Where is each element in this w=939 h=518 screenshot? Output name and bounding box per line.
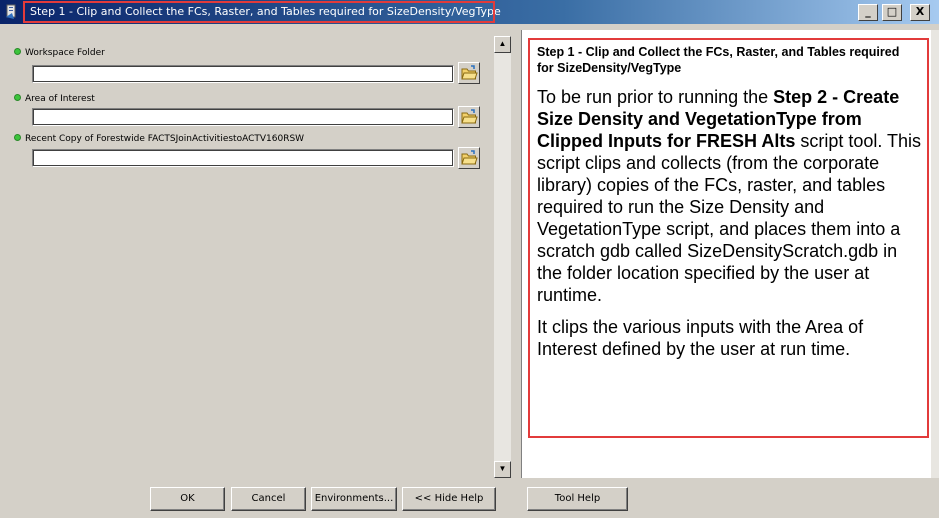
help-title: Step 1 - Clip and Collect the FCs, Raste…	[537, 45, 900, 75]
help-description: To be run prior to running the Step 2 - …	[537, 86, 925, 370]
recent-copy-forestwide-input[interactable]	[32, 149, 454, 167]
workspace-folder-browse-button[interactable]	[458, 62, 480, 84]
workspace-folder-input[interactable]	[32, 65, 454, 83]
app-icon	[4, 4, 20, 20]
param-label: Recent Copy of Forestwide FACTSJoinActiv…	[25, 134, 305, 144]
parameters-scrollbar[interactable]: ▲ ▼	[494, 36, 511, 478]
param-label: Area of Interest	[25, 94, 95, 104]
help-paragraph-1: To be run prior to running the Step 2 - …	[537, 87, 922, 305]
scroll-up-arrow-icon[interactable]: ▲	[494, 36, 511, 53]
folder-browse-icon	[459, 150, 479, 172]
maximize-button[interactable]: □	[882, 4, 902, 21]
hide-help-button[interactable]: << Hide Help	[402, 487, 496, 511]
recent-copy-forestwide-browse-button[interactable]	[458, 147, 480, 169]
help-scrollbar[interactable]	[931, 30, 939, 478]
ok-button[interactable]: OK	[150, 487, 225, 511]
required-indicator-icon	[14, 134, 21, 141]
minimize-button[interactable]: _	[858, 4, 878, 21]
required-indicator-icon	[14, 94, 21, 101]
folder-browse-icon	[459, 109, 479, 131]
tool-dialog-window: Step 1 - Clip and Collect the FCs, Raste…	[0, 0, 939, 518]
environments-button[interactable]: Environments...	[311, 487, 397, 511]
tool-help-button[interactable]: Tool Help	[527, 487, 628, 511]
title-bar[interactable]: Step 1 - Clip and Collect the FCs, Raste…	[0, 0, 939, 24]
cancel-button[interactable]: Cancel	[231, 487, 306, 511]
required-indicator-icon	[14, 48, 21, 55]
title-highlight-box	[23, 1, 495, 23]
area-of-interest-input[interactable]	[32, 108, 454, 126]
help-content-highlight-box: Step 1 - Clip and Collect the FCs, Raste…	[528, 38, 929, 438]
folder-browse-icon	[459, 65, 479, 87]
help-paragraph-2: It clips the various inputs with the Are…	[537, 317, 864, 359]
param-label: Workspace Folder	[25, 48, 105, 58]
button-bar: OK Cancel Environments... << Hide Help T…	[0, 478, 939, 518]
close-button[interactable]: X	[910, 4, 930, 21]
parameters-panel: Workspace Folder Area of Interest Recent…	[7, 36, 494, 476]
area-of-interest-browse-button[interactable]	[458, 106, 480, 128]
scroll-down-arrow-icon[interactable]: ▼	[494, 461, 511, 478]
